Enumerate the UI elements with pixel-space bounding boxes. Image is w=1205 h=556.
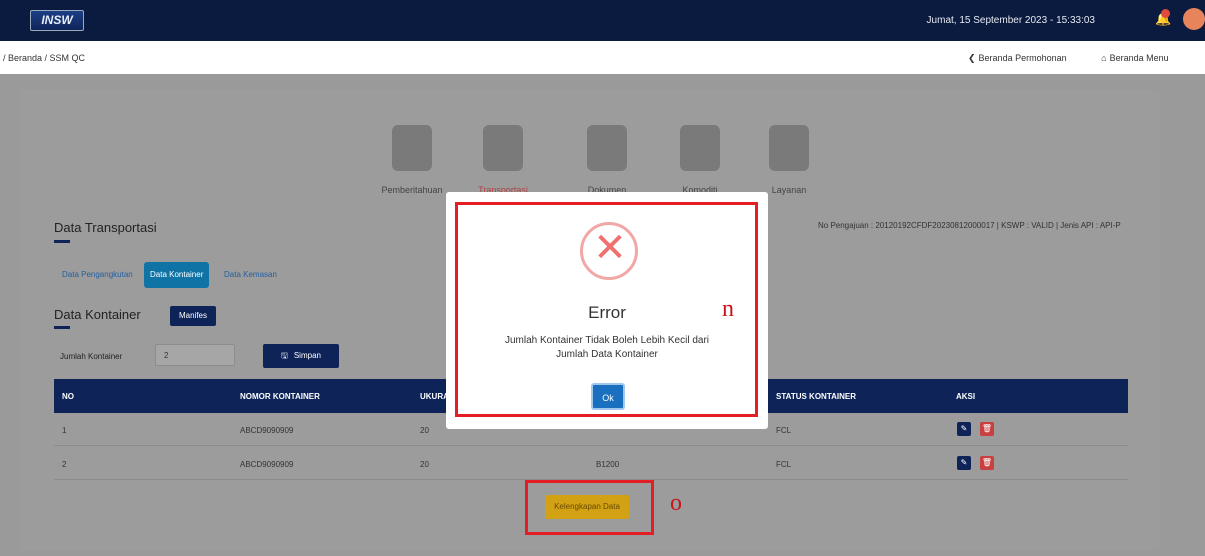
cell-nomor: ABCD9090909 (240, 460, 294, 469)
beranda-permohonan-link[interactable]: ❮ Beranda Permohonan (968, 53, 1085, 63)
table-row: 2 ABCD9090909 20 B1200 FCL ✎ 🗑 (54, 447, 1128, 480)
top-navbar: INSW Jumat, 15 September 2023 - 15:33:03 (0, 0, 1205, 41)
title-underline (54, 240, 70, 243)
boxes-icon (680, 125, 720, 171)
cell-nomor: ABCD9090909 (240, 426, 294, 435)
breadcrumb-links: ❮ Beranda Permohonan ⌂ Beranda Menu (968, 53, 1201, 64)
annotation-box-n (455, 202, 758, 417)
column-header: NOMOR KONTAINER (240, 392, 320, 401)
manifes-button[interactable]: Manifes (170, 306, 216, 326)
column-header: STATUS KONTAINER (776, 392, 856, 401)
save-icon: 🖫 (281, 351, 288, 360)
support-agent-icon (769, 125, 809, 171)
tab-data-kontainer[interactable]: Data Kontainer (144, 262, 210, 288)
chevron-left-icon: ❮ (968, 53, 976, 63)
step-komoditi[interactable]: Komoditi (665, 125, 735, 195)
cell-status: FCL (776, 460, 792, 469)
simpan-button[interactable]: 🖫 Simpan (263, 344, 339, 368)
annotation-label-n: n (722, 296, 734, 322)
jumlah-kontainer-label: Jumlah Kontainer (60, 352, 123, 361)
building-icon (392, 125, 432, 171)
breadcrumb-bar: / Beranda / SSM QC ❮ Beranda Permohonan ⌂… (0, 41, 1205, 74)
annotation-box-o (525, 480, 654, 535)
step-label: Pemberitahuan (381, 185, 443, 195)
column-header: NO (62, 392, 74, 401)
cell-no: 1 (62, 426, 67, 435)
step-pemberitahuan[interactable]: Pemberitahuan (377, 125, 447, 195)
cell-no: 2 (62, 460, 67, 469)
cell-status: FCL (776, 426, 792, 435)
beranda-menu-link[interactable]: ⌂ Beranda Menu (1101, 53, 1184, 63)
kontainer-underline (54, 326, 70, 329)
jumlah-kontainer-input[interactable] (155, 344, 235, 366)
kontainer-title: Data Kontainer (54, 307, 141, 322)
datetime-display: Jumat, 15 September 2023 - 15:33:03 (926, 15, 1095, 26)
step-transportasi[interactable]: Transportasi (468, 125, 538, 195)
section-title: Data Transportasi (54, 220, 157, 235)
tab-data-pengangkutan[interactable]: Data Pengangkutan (56, 262, 139, 288)
column-header: AKSI (956, 392, 976, 401)
trash-icon[interactable]: 🗑 (980, 422, 994, 436)
cell-ukuran: 20 (420, 426, 429, 435)
home-icon: ⌂ (1101, 53, 1107, 63)
notification-badge (1161, 9, 1170, 18)
annotation-label-o: o (670, 490, 682, 516)
step-layanan[interactable]: Layanan (754, 125, 824, 195)
app-logo[interactable]: INSW (30, 10, 84, 31)
tab-data-kemasan[interactable]: Data Kemasan (218, 262, 283, 288)
avatar[interactable] (1183, 8, 1205, 30)
submission-info: No Pengajuan : 20120192CFDF2023081200001… (818, 221, 1121, 230)
cell-tipe: B1200 (596, 460, 620, 469)
breadcrumb: / Beranda / SSM QC (3, 53, 86, 63)
cell-ukuran: 20 (420, 460, 429, 469)
step-dokumen[interactable]: Dokumen (572, 125, 642, 195)
edit-icon[interactable]: ✎ (957, 456, 971, 470)
edit-icon[interactable]: ✎ (957, 422, 971, 436)
trash-icon[interactable]: 🗑 (980, 456, 994, 470)
plane-globe-icon (483, 125, 523, 171)
document-icon (587, 125, 627, 171)
